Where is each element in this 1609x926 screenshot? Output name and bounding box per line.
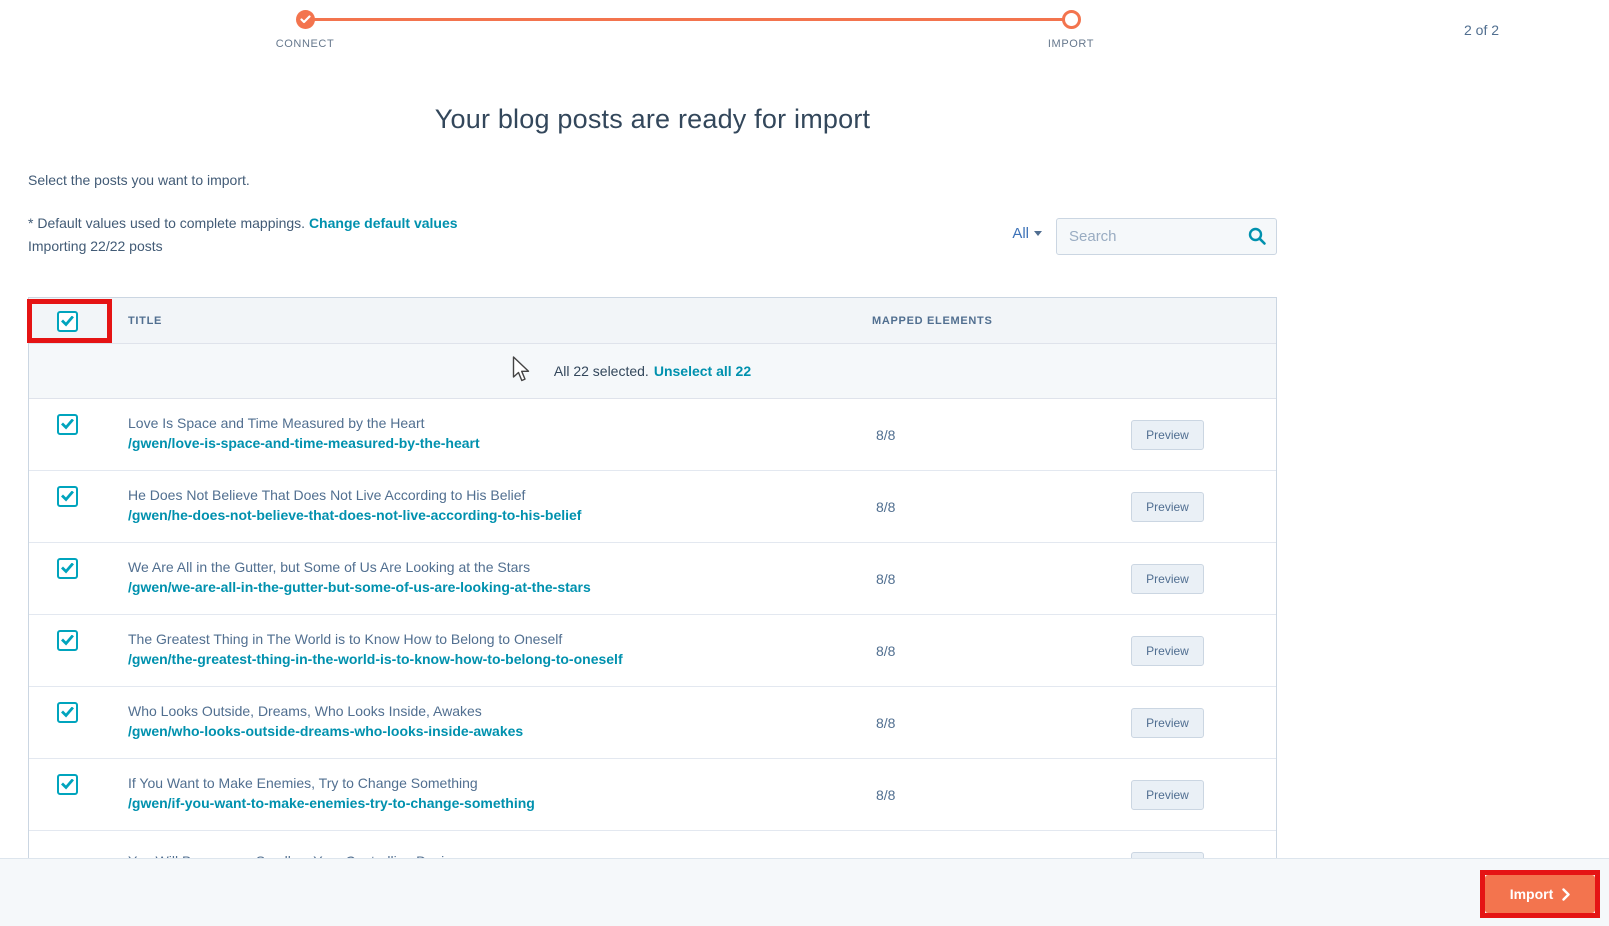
row-checkbox[interactable]	[57, 774, 78, 795]
import-wizard-page: CONNECT IMPORT 2 of 2 Your blog posts ar…	[0, 0, 1609, 926]
preview-button[interactable]: Preview	[1131, 708, 1204, 738]
row-checkbox[interactable]	[57, 702, 78, 723]
row-checkbox[interactable]	[57, 558, 78, 579]
stepper-progress-line	[305, 18, 1071, 21]
mapped-elements-value: 8/8	[876, 499, 895, 515]
mapped-elements-value: 8/8	[876, 571, 895, 587]
preview-button[interactable]: Preview	[1131, 636, 1204, 666]
table-row: Who Looks Outside, Dreams, Who Looks Ins…	[29, 687, 1276, 759]
post-title: If You Want to Make Enemies, Try to Chan…	[128, 775, 535, 792]
selection-summary-row: All 22 selected. Unselect all 22	[29, 344, 1276, 399]
mapped-elements-value: 8/8	[876, 427, 895, 443]
page-title: Your blog posts are ready for import	[28, 104, 1277, 135]
preview-button[interactable]: Preview	[1131, 780, 1204, 810]
select-posts-text: Select the posts you want to import.	[28, 172, 250, 188]
annotation-highlight-select-all-checkbox	[27, 299, 112, 343]
check-icon	[61, 563, 74, 574]
post-url-link[interactable]: /gwen/he-does-not-believe-that-does-not-…	[128, 507, 581, 524]
mapped-elements-value: 8/8	[876, 787, 895, 803]
row-checkbox[interactable]	[57, 486, 78, 507]
post-title: The Greatest Thing in The World is to Kn…	[128, 631, 623, 648]
table-header-row: TITLE MAPPED ELEMENTS	[29, 298, 1276, 344]
check-icon	[300, 15, 311, 24]
table-row: Love Is Space and Time Measured by the H…	[29, 399, 1276, 471]
all-filter-dropdown[interactable]: All	[990, 225, 1042, 242]
check-icon	[61, 635, 74, 646]
table-row: He Does Not Believe That Does Not Live A…	[29, 471, 1276, 543]
search-box	[1056, 218, 1277, 255]
preview-button[interactable]: Preview	[1131, 420, 1204, 450]
check-icon	[61, 779, 74, 790]
check-icon	[61, 419, 74, 430]
step-import-label: IMPORT	[1011, 38, 1131, 50]
search-icon[interactable]	[1247, 226, 1267, 246]
table-row: If You Want to Make Enemies, Try to Chan…	[29, 759, 1276, 831]
column-header-mapped-elements: MAPPED ELEMENTS	[872, 298, 993, 344]
check-icon	[61, 491, 74, 502]
post-title: We Are All in the Gutter, but Some of Us…	[128, 559, 591, 576]
unselect-all-link[interactable]: Unselect all 22	[654, 363, 751, 379]
mouse-cursor	[512, 356, 534, 384]
annotation-highlight-import-button	[1480, 870, 1600, 918]
row-checkbox[interactable]	[57, 630, 78, 651]
default-values-note: * Default values used to complete mappin…	[28, 215, 458, 231]
all-filter-label: All	[1012, 225, 1029, 242]
preview-button[interactable]: Preview	[1131, 492, 1204, 522]
table-row: The Greatest Thing in The World is to Kn…	[29, 615, 1276, 687]
step-import-indicator	[1062, 10, 1081, 29]
step-progress-count: 2 of 2	[1464, 22, 1499, 38]
post-title: He Does Not Believe That Does Not Live A…	[128, 487, 581, 504]
search-input[interactable]	[1056, 218, 1277, 255]
footer-bar	[0, 858, 1609, 926]
step-connect-label: CONNECT	[245, 38, 365, 50]
importing-count-text: Importing 22/22 posts	[28, 238, 163, 254]
chevron-down-icon	[1034, 231, 1042, 236]
check-icon	[61, 707, 74, 718]
selection-summary-text: All 22 selected.	[554, 363, 649, 379]
column-header-title: TITLE	[128, 298, 162, 344]
step-connect-indicator	[296, 10, 315, 29]
post-url-link[interactable]: /gwen/who-looks-outside-dreams-who-looks…	[128, 723, 523, 740]
post-url-link[interactable]: /gwen/we-are-all-in-the-gutter-but-some-…	[128, 579, 591, 596]
post-url-link[interactable]: /gwen/love-is-space-and-time-measured-by…	[128, 435, 480, 452]
post-url-link[interactable]: /gwen/if-you-want-to-make-enemies-try-to…	[128, 795, 535, 812]
post-title: Love Is Space and Time Measured by the H…	[128, 415, 480, 432]
mapped-elements-value: 8/8	[876, 643, 895, 659]
post-title: Who Looks Outside, Dreams, Who Looks Ins…	[128, 703, 523, 720]
row-checkbox[interactable]	[57, 414, 78, 435]
mapped-elements-value: 8/8	[876, 715, 895, 731]
post-url-link[interactable]: /gwen/the-greatest-thing-in-the-world-is…	[128, 651, 623, 668]
default-values-text: * Default values used to complete mappin…	[28, 215, 305, 231]
change-default-values-link[interactable]: Change default values	[309, 215, 458, 231]
posts-table: TITLE MAPPED ELEMENTS All 22 selected. U…	[28, 297, 1277, 926]
table-row: We Are All in the Gutter, but Some of Us…	[29, 543, 1276, 615]
preview-button[interactable]: Preview	[1131, 564, 1204, 594]
